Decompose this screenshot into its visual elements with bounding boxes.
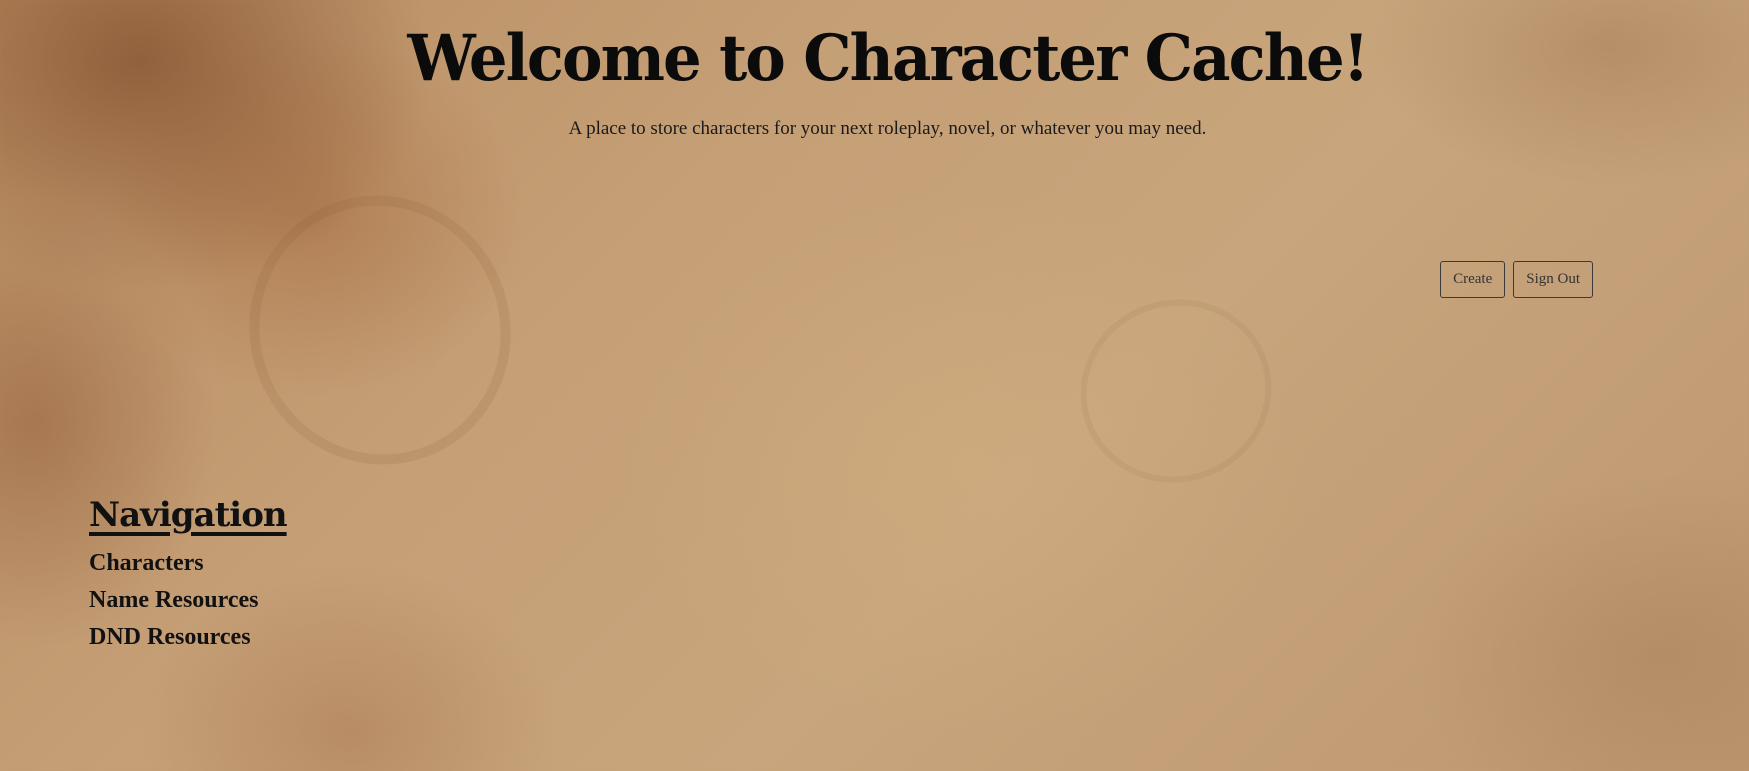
background-stain: [1054, 272, 1298, 510]
create-button[interactable]: Create: [1440, 261, 1506, 298]
navigation-heading: Navigation: [89, 495, 288, 535]
page-header: Welcome to Character Cache! A place to s…: [0, 22, 1749, 140]
nav-link-name-resources[interactable]: Name Resources: [89, 582, 287, 619]
nav-link-dnd-resources[interactable]: DND Resources: [89, 619, 287, 656]
sign-out-button[interactable]: Sign Out: [1513, 261, 1593, 298]
background-stain: [211, 158, 549, 502]
list-item: Name Resources: [89, 582, 287, 619]
header-actions: Create Sign Out: [1440, 261, 1593, 298]
page-subtitle: A place to store characters for your nex…: [568, 117, 1207, 139]
list-item: Characters: [89, 545, 287, 582]
navigation-panel: Navigation Characters Name Resources DND…: [89, 495, 288, 656]
navigation-list: Characters Name Resources DND Resources: [89, 545, 287, 656]
nav-link-characters[interactable]: Characters: [89, 545, 287, 582]
page-title: Welcome to Character Cache!: [407, 21, 1369, 96]
list-item: DND Resources: [89, 619, 287, 656]
